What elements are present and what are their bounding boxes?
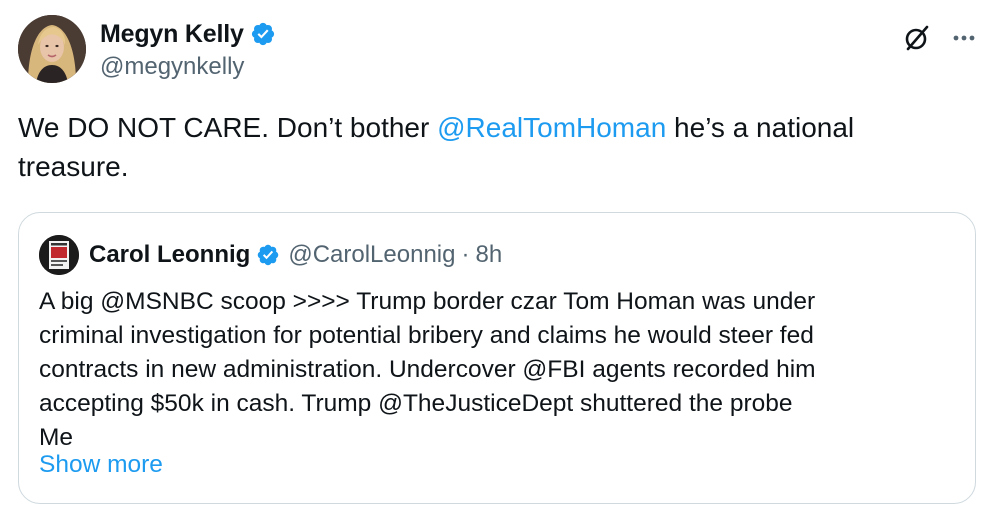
quote-separator: · (461, 241, 470, 268)
author-display-name[interactable]: Megyn Kelly (100, 20, 244, 49)
display-name-row: Megyn Kelly (100, 17, 276, 51)
show-more-link[interactable]: Show more (39, 451, 163, 479)
tweet-header: Megyn Kelly @megynkelly (18, 15, 982, 87)
tweet-card[interactable]: Megyn Kelly @megynkelly We DO NOT CARE. … (0, 0, 1000, 529)
quoted-tweet[interactable]: Carol Leonnig @CarolLeonnig · 8h A big @… (18, 212, 976, 504)
quote-timestamp[interactable]: 8h (475, 241, 502, 269)
tweet-text-before: We DO NOT CARE. Don’t bother (18, 112, 438, 143)
author-names: Megyn Kelly @megynkelly (100, 17, 276, 81)
quote-author-handle[interactable]: @CarolLeonnig (288, 241, 455, 269)
verified-badge-icon[interactable] (250, 21, 276, 47)
quote-text-line: Me (39, 424, 74, 451)
quote-text: A big @MSNBC scoop >>>> Trump border cza… (39, 285, 959, 455)
quote-text-line: A big @MSNBC scoop >>>> Trump border cza… (39, 288, 816, 315)
quote-text-line: contracts in new administration. Underco… (39, 356, 816, 383)
mention-link[interactable]: @RealTomHoman (437, 112, 666, 143)
quote-verified-badge-icon[interactable] (256, 243, 280, 267)
header-actions (902, 23, 978, 53)
quote-text-line: accepting $50k in cash. Trump @TheJustic… (39, 390, 793, 417)
tweet-text: We DO NOT CARE. Don’t bother @RealTomHom… (18, 108, 958, 186)
quote-author-avatar[interactable] (39, 235, 79, 275)
author-avatar[interactable] (18, 15, 86, 83)
author-handle[interactable]: @megynkelly (100, 53, 276, 81)
grok-icon[interactable] (902, 23, 932, 53)
quote-header: Carol Leonnig @CarolLeonnig · 8h (39, 235, 502, 275)
quote-text-line: criminal investigation for potential bri… (39, 322, 814, 349)
more-horizontal-icon[interactable] (950, 24, 978, 52)
quote-author-display-name[interactable]: Carol Leonnig (89, 241, 250, 269)
